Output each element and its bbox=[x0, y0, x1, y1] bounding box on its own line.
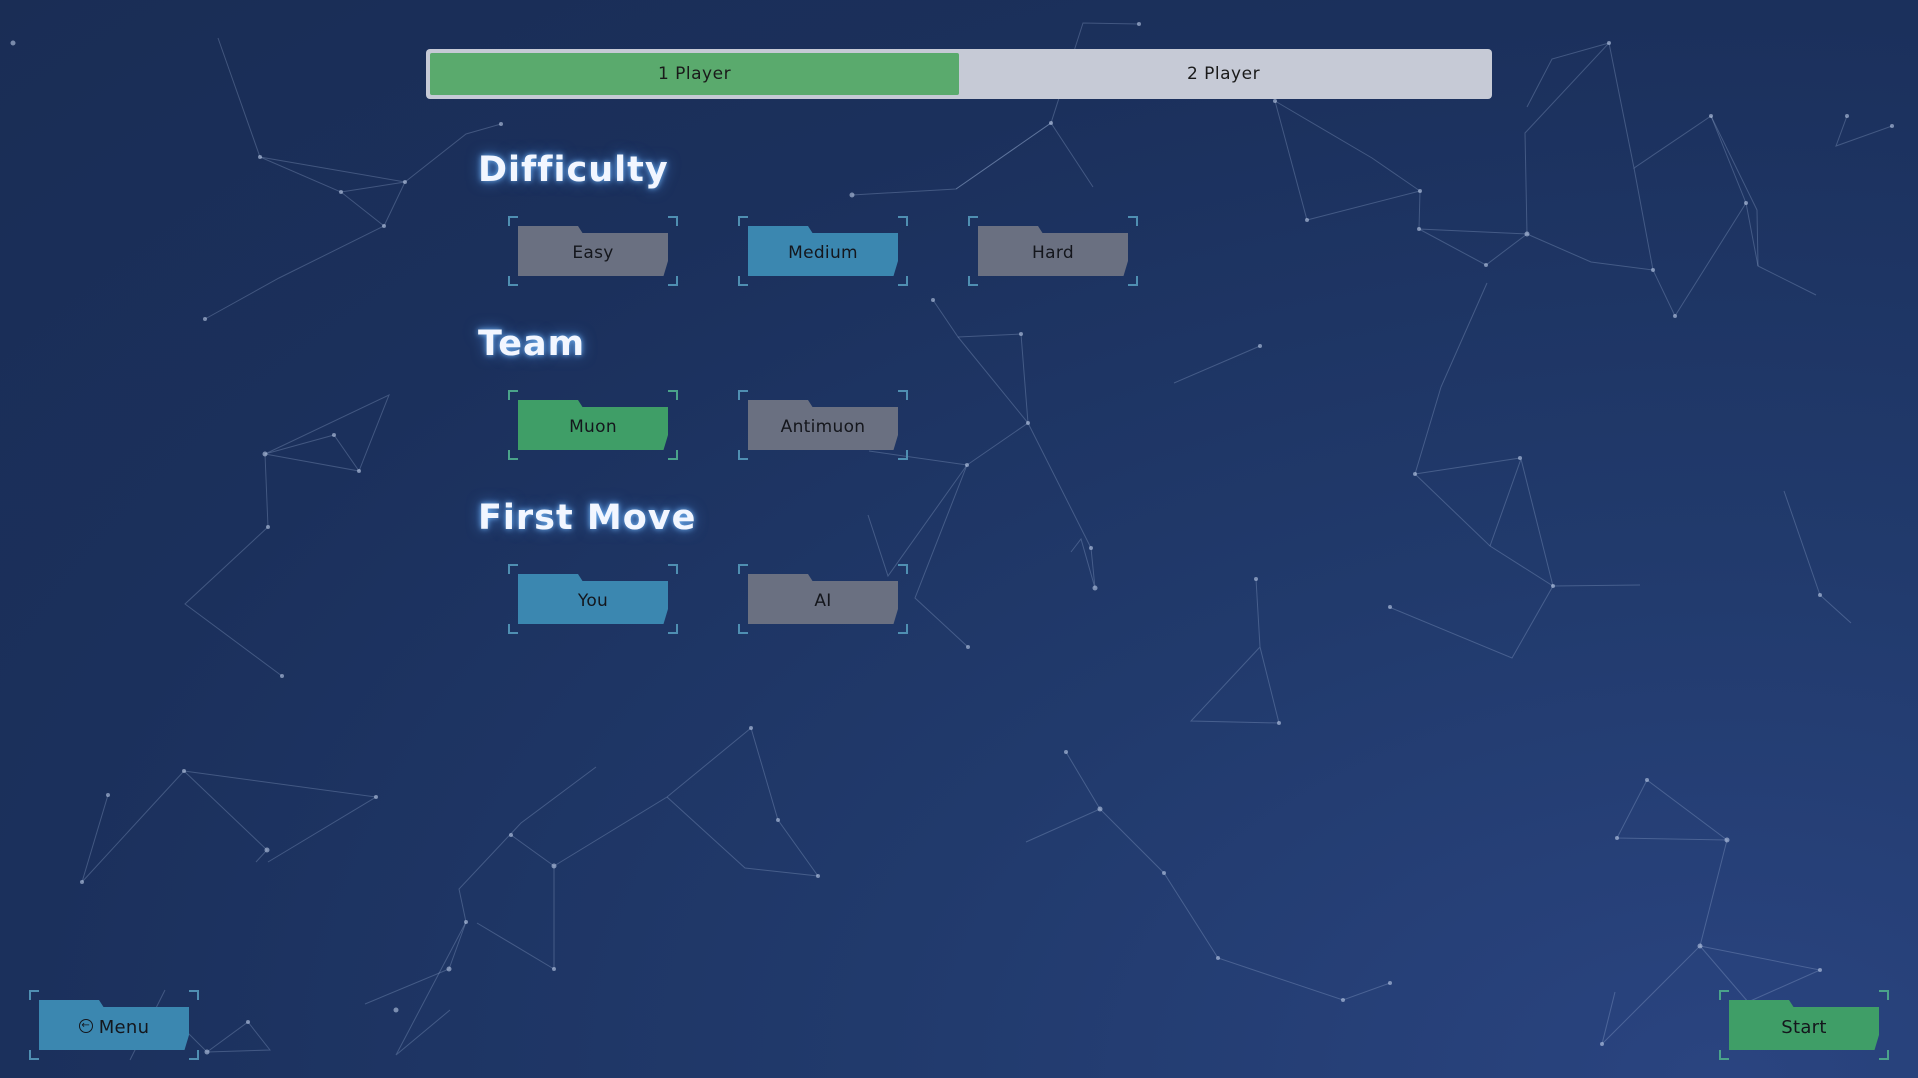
tab-2-player[interactable]: 2 Player bbox=[959, 53, 1488, 95]
bracket-corner bbox=[668, 276, 678, 286]
bracket-corner bbox=[968, 216, 978, 226]
bracket-corner bbox=[898, 276, 908, 286]
bracket-corner bbox=[508, 624, 518, 634]
background-network-pattern bbox=[10, 22, 1894, 1061]
bracket-corner bbox=[738, 216, 748, 226]
bracket-corner bbox=[898, 450, 908, 460]
bracket-corner bbox=[668, 624, 678, 634]
bracket-corner bbox=[738, 624, 748, 634]
bracket-corner bbox=[668, 450, 678, 460]
bracket-corner bbox=[508, 276, 518, 286]
menu-button[interactable]: ← Menu bbox=[29, 990, 199, 1060]
bracket-corner bbox=[508, 564, 518, 574]
bracket-corner bbox=[1879, 990, 1889, 1000]
bracket-corner bbox=[668, 564, 678, 574]
difficulty-hard-button[interactable]: Hard bbox=[968, 216, 1138, 286]
bracket-corner bbox=[898, 216, 908, 226]
bracket-corner bbox=[508, 390, 518, 400]
first-move-heading: First Move bbox=[478, 498, 697, 538]
difficulty-easy-button[interactable]: Easy bbox=[508, 216, 678, 286]
team-antimuon-button[interactable]: Antimuon bbox=[738, 390, 908, 460]
team-heading: Team bbox=[478, 324, 586, 364]
bracket-corner bbox=[189, 990, 199, 1000]
bracket-corner bbox=[668, 216, 678, 226]
back-arrow-circle-icon: ← bbox=[78, 1019, 93, 1033]
bracket-corner bbox=[898, 390, 908, 400]
player-mode-tabs: 1 Player 2 Player bbox=[426, 49, 1492, 99]
bracket-corner bbox=[738, 564, 748, 574]
difficulty-easy-label: Easy bbox=[518, 226, 668, 276]
bracket-corner bbox=[738, 390, 748, 400]
bracket-corner bbox=[29, 1050, 39, 1060]
tab-1-player[interactable]: 1 Player bbox=[430, 53, 959, 95]
bracket-corner bbox=[898, 564, 908, 574]
bracket-corner bbox=[968, 276, 978, 286]
bracket-corner bbox=[1128, 276, 1138, 286]
difficulty-heading: Difficulty bbox=[478, 150, 669, 190]
first-move-ai-button[interactable]: AI bbox=[738, 564, 908, 634]
bracket-corner bbox=[668, 390, 678, 400]
difficulty-medium-button[interactable]: Medium bbox=[738, 216, 908, 286]
team-muon-button[interactable]: Muon bbox=[508, 390, 678, 460]
first-move-you-label: You bbox=[518, 574, 668, 624]
difficulty-hard-label: Hard bbox=[978, 226, 1128, 276]
team-muon-label: Muon bbox=[518, 400, 668, 450]
bracket-corner bbox=[189, 1050, 199, 1060]
bracket-corner bbox=[508, 216, 518, 226]
bracket-corner bbox=[738, 276, 748, 286]
team-antimuon-label: Antimuon bbox=[748, 400, 898, 450]
first-move-ai-label: AI bbox=[748, 574, 898, 624]
bracket-corner bbox=[508, 450, 518, 460]
bracket-corner bbox=[898, 624, 908, 634]
menu-button-face: ← Menu bbox=[39, 1000, 189, 1050]
bracket-corner bbox=[1719, 1050, 1729, 1060]
bracket-corner bbox=[1879, 1050, 1889, 1060]
start-button-label: Start bbox=[1729, 1000, 1879, 1050]
start-button[interactable]: Start bbox=[1719, 990, 1889, 1060]
bracket-corner bbox=[29, 990, 39, 1000]
difficulty-medium-label: Medium bbox=[748, 226, 898, 276]
bracket-corner bbox=[738, 450, 748, 460]
menu-button-label: Menu bbox=[98, 1016, 150, 1038]
bracket-corner bbox=[1719, 990, 1729, 1000]
bracket-corner bbox=[1128, 216, 1138, 226]
first-move-you-button[interactable]: You bbox=[508, 564, 678, 634]
